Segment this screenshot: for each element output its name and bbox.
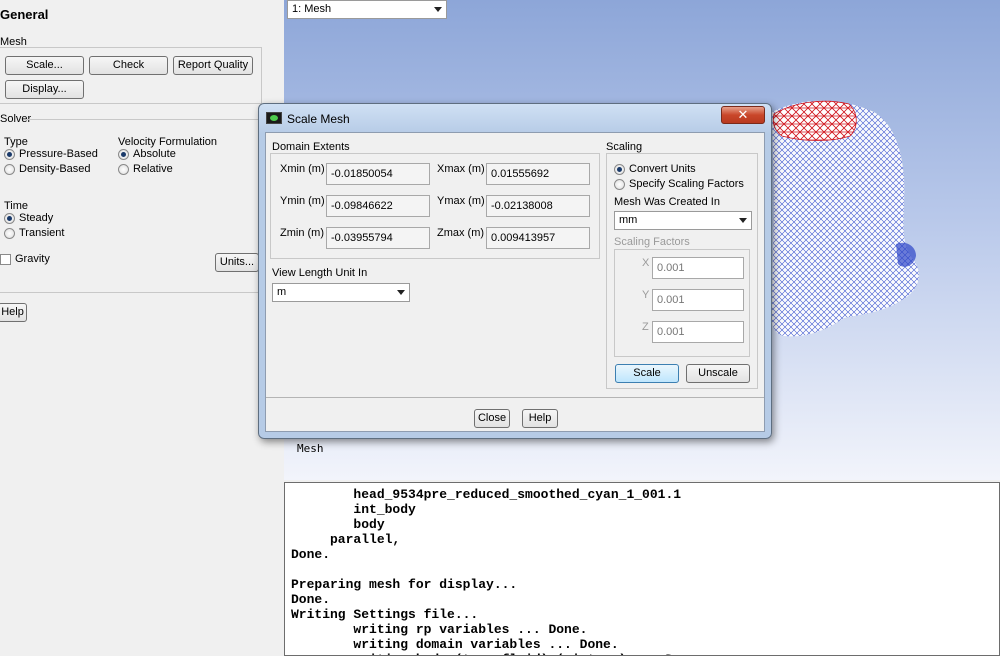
- console-line: body: [291, 517, 385, 532]
- factor-y-label: Y: [642, 289, 650, 301]
- xmax-field: 0.01555692: [486, 163, 590, 185]
- ymin-label: Ymin (m): [280, 195, 325, 207]
- help-button[interactable]: Help: [0, 303, 27, 322]
- ymax-label: Ymax (m): [437, 195, 485, 207]
- zmax-field: 0.009413957: [486, 227, 590, 249]
- dialog-title: Scale Mesh: [287, 112, 350, 126]
- radio-label: Density-Based: [19, 163, 91, 175]
- scale-button[interactable]: Scale...: [5, 56, 84, 75]
- console-line: Done.: [291, 547, 331, 562]
- console-line: Preparing mesh for display...: [291, 577, 518, 592]
- domain-extents-label: Domain Extents: [272, 141, 350, 153]
- view-length-select[interactable]: m: [272, 283, 410, 302]
- display-button[interactable]: Display...: [5, 80, 84, 99]
- gravity-label: Gravity: [15, 253, 50, 265]
- chevron-down-icon: [397, 290, 405, 295]
- mesh-created-select[interactable]: mm: [614, 211, 752, 230]
- zmax-label: Zmax (m): [437, 227, 485, 239]
- viewport-label: Mesh: [297, 442, 324, 455]
- unscale-button[interactable]: Unscale: [686, 364, 750, 383]
- pressure-based-radio[interactable]: Pressure-Based: [4, 148, 98, 160]
- report-quality-button[interactable]: Report Quality: [173, 56, 253, 75]
- mesh-created-label: Mesh Was Created In: [614, 196, 720, 208]
- panel-title: General: [0, 7, 49, 22]
- radio-unselected-icon: [614, 178, 625, 190]
- velocity-formulation-label: Velocity Formulation: [118, 136, 218, 148]
- scale-dialog-button[interactable]: Scale: [615, 364, 679, 383]
- checkbox-icon: [0, 253, 11, 265]
- scaling-factors-label: Scaling Factors: [614, 236, 690, 248]
- view-length-value: m: [277, 286, 287, 298]
- check-button[interactable]: Check: [89, 56, 168, 75]
- factor-x-label: X: [642, 257, 650, 269]
- console-line: Writing Settings file...: [291, 607, 479, 622]
- scaling-label: Scaling: [606, 141, 643, 153]
- convert-units-radio[interactable]: Convert Units: [614, 163, 696, 175]
- transient-radio[interactable]: Transient: [4, 227, 64, 239]
- dialog-divider: [266, 397, 764, 398]
- task-panel: General Mesh Scale... Check Report Quali…: [0, 0, 284, 656]
- specify-scaling-factors-radio[interactable]: Specify Scaling Factors: [614, 178, 744, 190]
- view-length-label: View Length Unit In: [272, 267, 368, 279]
- absolute-radio[interactable]: Absolute: [118, 148, 176, 160]
- radio-label: Transient: [19, 227, 65, 239]
- solver-divider: [26, 119, 262, 120]
- xmax-label: Xmax (m): [437, 163, 485, 175]
- close-icon[interactable]: ✕: [721, 106, 765, 124]
- radio-selected-icon: [614, 163, 625, 175]
- console-line: Done.: [291, 592, 331, 607]
- console-line: writing body (type fluid) (mixture) ... …: [291, 652, 704, 655]
- zmin-label: Zmin (m): [280, 227, 324, 239]
- xmin-field: -0.01850054: [326, 163, 430, 185]
- factor-x-field[interactable]: 0.001: [652, 257, 744, 279]
- units-button[interactable]: Units...: [215, 253, 259, 272]
- radio-selected-icon: [4, 148, 15, 160]
- radio-label: Pressure-Based: [19, 148, 98, 160]
- radio-unselected-icon: [118, 163, 129, 175]
- radio-selected-icon: [4, 212, 15, 224]
- factor-z-label: Z: [642, 321, 649, 333]
- density-based-radio[interactable]: Density-Based: [4, 163, 91, 175]
- console-line: writing rp variables ... Done.: [291, 622, 588, 637]
- radio-unselected-icon: [4, 227, 15, 239]
- ymin-field: -0.09846622: [326, 195, 430, 217]
- radio-unselected-icon: [4, 163, 15, 175]
- radio-label: Absolute: [133, 148, 176, 160]
- ymax-field: -0.02138008: [486, 195, 590, 217]
- radio-selected-icon: [118, 148, 129, 160]
- mesh-created-value: mm: [619, 214, 638, 226]
- scale-mesh-dialog: Scale Mesh ✕ Domain Extents Xmin (m) -0.…: [258, 103, 772, 439]
- console[interactable]: head_9534pre_reduced_smoothed_cyan_1_001…: [284, 482, 1000, 656]
- panel-divider: [0, 292, 262, 293]
- zmin-field: -0.03955794: [326, 227, 430, 249]
- radio-label: Convert Units: [629, 163, 696, 175]
- console-line: head_9534pre_reduced_smoothed_cyan_1_001…: [291, 487, 682, 502]
- help-dialog-button[interactable]: Help: [522, 409, 558, 428]
- console-line: writing domain variables ... Done.: [291, 637, 619, 652]
- xmin-label: Xmin (m): [280, 163, 325, 175]
- chevron-down-icon: [739, 218, 747, 223]
- console-line: int_body: [291, 502, 416, 517]
- relative-radio[interactable]: Relative: [118, 163, 173, 175]
- type-label: Type: [4, 136, 28, 148]
- factor-y-field[interactable]: 0.001: [652, 289, 744, 311]
- gravity-checkbox[interactable]: Gravity: [0, 253, 50, 265]
- radio-label: Specify Scaling Factors: [629, 178, 744, 190]
- radio-label: Relative: [133, 163, 173, 175]
- radio-label: Steady: [19, 212, 54, 224]
- app-icon: [266, 112, 282, 124]
- time-label: Time: [4, 200, 29, 212]
- dialog-body: Domain Extents Xmin (m) -0.01850054 Xmax…: [265, 132, 765, 432]
- close-button[interactable]: Close: [474, 409, 510, 428]
- factor-z-field[interactable]: 0.001: [652, 321, 744, 343]
- console-line: parallel,: [291, 532, 401, 547]
- steady-radio[interactable]: Steady: [4, 212, 53, 224]
